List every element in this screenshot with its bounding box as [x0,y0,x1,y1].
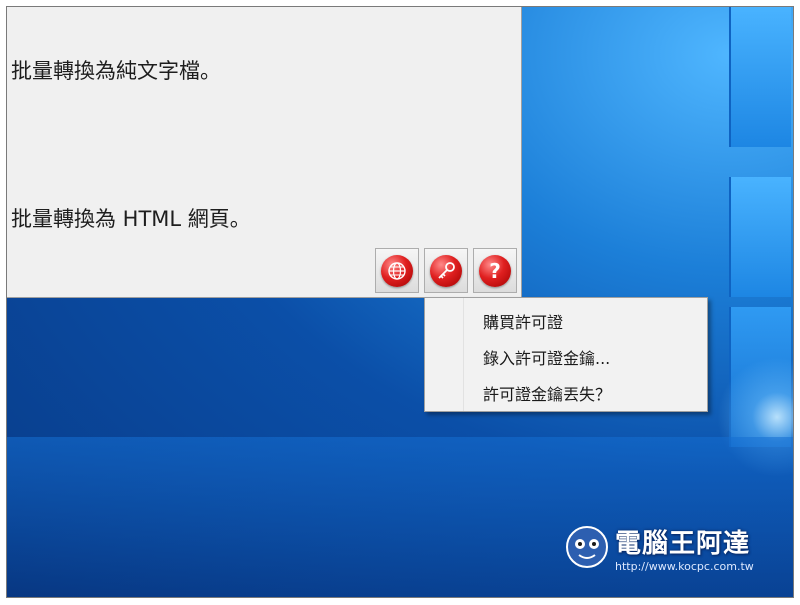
menu-item-buy-license[interactable]: 購買許可證 [483,309,563,333]
screenshot-frame: 批量轉換為純文字檔。 批量轉換為 HTML 網頁。 ? 購買許可證 錄入許可證金… [6,6,794,598]
app-dialog: 批量轉換為純文字檔。 批量轉換為 HTML 網頁。 ? [7,7,522,298]
menu-item-lost-license-key[interactable]: 許可證金鑰丟失？ [483,381,611,405]
globe-icon [381,254,413,287]
help-button[interactable]: ? [473,248,517,293]
key-icon [430,254,462,287]
option-text-html: 批量轉換為 HTML 網頁。 [11,207,251,231]
license-context-menu: 購買許可證 錄入許可證金鑰... 許可證金鑰丟失？ [424,297,708,412]
wallpaper-pane [729,7,791,147]
menu-item-enter-license-key[interactable]: 錄入許可證金鑰... [483,345,610,369]
website-button[interactable] [375,248,419,293]
mascot-face-icon [566,526,608,568]
license-key-button[interactable] [424,248,468,293]
watermark: 電腦王阿達 http://www.kocpc.com.tw [563,523,754,573]
help-glyph: ? [489,258,501,283]
watermark-title: 電腦王阿達 [615,529,751,559]
help-icon: ? [479,254,511,287]
menu-icon-gutter [425,298,464,411]
watermark-url: http://www.kocpc.com.tw [615,560,754,573]
wallpaper-floor [7,437,793,597]
option-text-plain: 批量轉換為純文字檔。 [11,59,221,83]
wallpaper-pane [729,177,791,297]
